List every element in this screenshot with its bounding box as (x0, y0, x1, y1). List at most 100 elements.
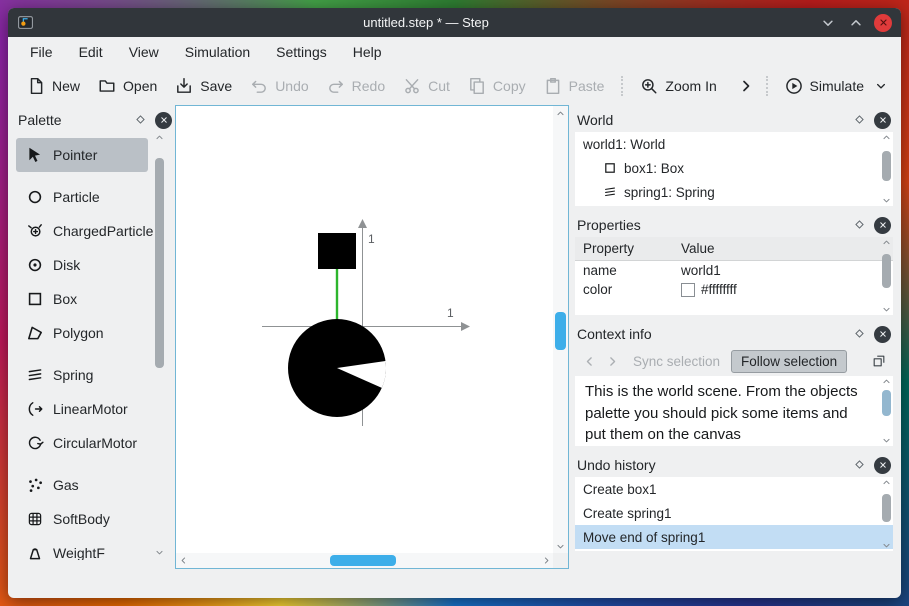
diamond-icon (853, 327, 866, 340)
scene-view[interactable]: 1 1 (176, 106, 553, 553)
titlebar[interactable]: untitled.step * — Step (8, 8, 901, 37)
close-button[interactable] (874, 13, 892, 32)
context-float-button[interactable] (853, 327, 867, 341)
scroll-up-button[interactable] (153, 132, 166, 143)
scrollbar-thumb[interactable] (882, 151, 891, 181)
palette-close-button[interactable] (155, 111, 172, 129)
scrollbar-thumb[interactable] (882, 390, 891, 416)
scroll-down-button[interactable] (880, 304, 893, 315)
palette-item-spring[interactable]: Spring (16, 358, 148, 392)
copy-button: Copy (459, 72, 535, 100)
chevron-right-icon (606, 355, 619, 368)
scroll-up-button[interactable] (880, 376, 893, 387)
scroll-left-button[interactable] (176, 553, 190, 568)
main-area: Palette Pointer Particle ChargedParticle… (8, 105, 901, 598)
palette-item-gas[interactable]: Gas (16, 468, 148, 502)
simulate-button[interactable]: Simulate (776, 72, 873, 100)
zoom-in-button[interactable]: Zoom In (631, 72, 725, 100)
palette-item-linearmotor[interactable]: LinearMotor (16, 392, 148, 426)
box1-shape[interactable] (318, 233, 356, 269)
palette-float-button[interactable] (134, 113, 148, 127)
context-info-panel: Context info Sync selection Follow selec… (575, 322, 893, 446)
undo-scrollbar[interactable] (880, 477, 893, 551)
scrollbar-thumb[interactable] (882, 254, 891, 288)
scroll-down-button[interactable] (153, 547, 166, 558)
palette-item-softbody[interactable]: SoftBody (16, 502, 148, 536)
world-float-button[interactable] (853, 113, 867, 127)
canvas-vertical-scrollbar[interactable] (553, 106, 568, 553)
save-button[interactable]: Save (166, 72, 241, 100)
palette-item-disk[interactable]: Disk (16, 248, 148, 282)
tree-item-spring1[interactable]: spring1: Spring (575, 180, 893, 204)
scroll-down-button[interactable] (880, 435, 893, 446)
menu-settings[interactable]: Settings (276, 44, 327, 60)
tree-item-world1[interactable]: world1: World (575, 132, 893, 156)
properties-close-button[interactable] (874, 216, 891, 234)
toolbar-overflow-button[interactable] (734, 74, 758, 98)
property-value[interactable]: world1 (679, 263, 893, 278)
scrollbar-thumb[interactable] (555, 312, 566, 350)
scroll-down-button[interactable] (880, 540, 893, 551)
scroll-up-button[interactable] (880, 132, 893, 143)
chevron-left-icon (583, 355, 596, 368)
open-button[interactable]: Open (89, 72, 166, 100)
chevron-right-icon (738, 78, 754, 94)
scroll-right-button[interactable] (539, 553, 553, 568)
chevron-up-icon (882, 238, 891, 247)
menu-edit[interactable]: Edit (79, 44, 103, 60)
scrollbar-thumb[interactable] (882, 494, 891, 522)
menu-help[interactable]: Help (353, 44, 382, 60)
redo-button: Redo (318, 72, 394, 100)
toolbar-separator (621, 76, 624, 96)
palette-item-pointer[interactable]: Pointer (16, 138, 148, 172)
world-scrollbar[interactable] (880, 132, 893, 206)
properties-panel: Properties Property Value name world1 co… (575, 213, 893, 315)
properties-float-button[interactable] (853, 218, 867, 232)
world-close-button[interactable] (874, 111, 891, 129)
menu-simulation[interactable]: Simulation (185, 44, 250, 60)
scroll-down-button[interactable] (553, 539, 568, 553)
menu-view[interactable]: View (129, 44, 159, 60)
tree-item-box1[interactable]: box1: Box (575, 156, 893, 180)
follow-selection-toggle[interactable]: Follow selection (731, 349, 848, 373)
scrollbar-thumb[interactable] (330, 555, 396, 566)
chevron-down-icon (155, 548, 164, 557)
palette-item-polygon[interactable]: Polygon (16, 316, 148, 350)
menu-file[interactable]: File (30, 44, 53, 60)
palette-item-weightforce[interactable]: WeightF (16, 536, 148, 560)
palette-item-chargedparticle[interactable]: ChargedParticle (16, 214, 153, 248)
simulate-dropdown-button[interactable] (873, 78, 889, 94)
minimize-button[interactable] (818, 13, 838, 33)
scene-canvas[interactable]: 1 1 (175, 105, 569, 569)
scroll-up-button[interactable] (880, 477, 893, 488)
undo-item-create-spring1[interactable]: Create spring1 (575, 501, 893, 525)
palette-scrollbar[interactable] (153, 132, 166, 558)
palette-item-box[interactable]: Box (16, 282, 148, 316)
undo-close-button[interactable] (874, 456, 891, 474)
palette-item-particle[interactable]: Particle (16, 180, 148, 214)
canvas-horizontal-scrollbar[interactable] (176, 553, 553, 568)
open-in-browser-button[interactable] (869, 351, 889, 371)
undo-float-button[interactable] (853, 458, 867, 472)
properties-scrollbar[interactable] (880, 237, 893, 315)
close-icon (160, 116, 168, 124)
color-swatch[interactable] (681, 282, 695, 297)
palette-item-circularmotor[interactable]: CircularMotor (16, 426, 148, 460)
chevron-up-icon (556, 109, 565, 118)
scroll-up-button[interactable] (553, 106, 568, 120)
new-button[interactable]: New (18, 72, 89, 100)
maximize-button[interactable] (846, 13, 866, 33)
scroll-down-button[interactable] (880, 195, 893, 206)
undo-item-create-box1[interactable]: Create box1 (575, 477, 893, 501)
pointer-icon (29, 147, 41, 162)
scrollbar-thumb[interactable] (155, 158, 164, 368)
spring-icon (28, 369, 42, 381)
circular-motor-icon (28, 436, 44, 450)
diamond-icon (853, 113, 866, 126)
scroll-up-button[interactable] (880, 237, 893, 248)
particle-icon (28, 190, 42, 204)
context-close-button[interactable] (874, 325, 891, 343)
y-axis-tick-label: 1 (368, 232, 375, 246)
context-scrollbar[interactable] (880, 376, 893, 446)
undo-item-move-end-of-spring1[interactable]: Move end of spring1 (575, 525, 893, 549)
